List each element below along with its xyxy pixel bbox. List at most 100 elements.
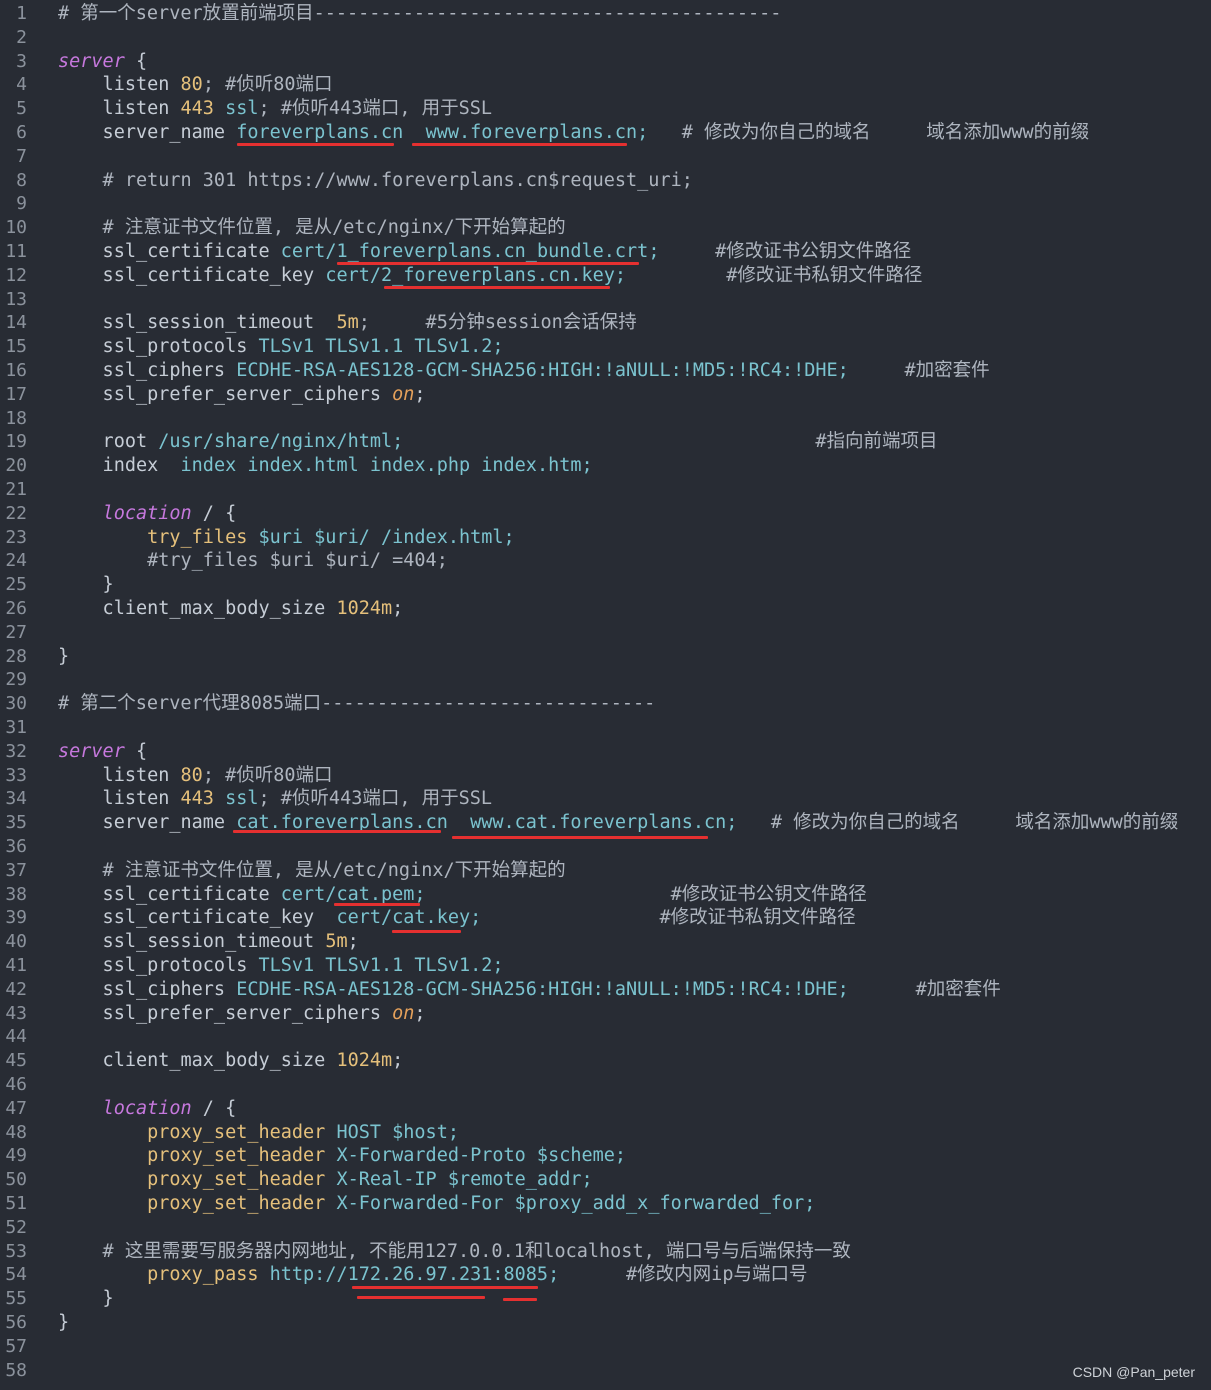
code-text: } (58, 573, 114, 597)
code-line[interactable]: 33 listen 80; #侦听80端口 (0, 764, 1211, 788)
code-line[interactable]: 10 # 注意证书文件位置, 是从/etc/nginx/下开始算起的 (0, 216, 1211, 240)
code-line[interactable]: 34 listen 443 ssl; #侦听443端口, 用于SSL (0, 787, 1211, 811)
code-line[interactable]: 31 (0, 716, 1211, 740)
code-token: root (58, 431, 159, 453)
line-number: 1 (16, 3, 27, 24)
code-line[interactable]: 38 ssl_certificate cert/cat.pem; #修改证书公钥… (0, 883, 1211, 907)
code-line[interactable]: 48 proxy_set_header HOST $host; (0, 1121, 1211, 1145)
code-line[interactable]: 6 server_name foreverplans.cn www.foreve… (0, 121, 1211, 145)
code-line[interactable]: 14 ssl_session_timeout 5m; #5分钟session会话… (0, 311, 1211, 335)
line-number: 55 (5, 1288, 27, 1310)
code-line[interactable]: 28} (0, 645, 1211, 669)
code-line[interactable]: 56} (0, 1311, 1211, 1335)
code-token: # 修改为你自己的域名 域名添加www的前缀 (648, 122, 1090, 143)
code-token: $uri $uri/ /index.html; (258, 526, 515, 548)
code-line[interactable]: 3 server { (0, 50, 1211, 74)
code-line[interactable]: 35 server_name cat.foreverplans.cn www.c… (0, 811, 1211, 835)
code-line[interactable]: 19 root /usr/share/nginx/html; #指向前端项目 (0, 430, 1211, 454)
code-token: ssl_certificate (58, 883, 281, 905)
code-line[interactable]: 13 (0, 288, 1211, 312)
code-line[interactable]: 37 # 注意证书文件位置, 是从/etc/nginx/下开始算起的 (0, 859, 1211, 883)
code-line[interactable]: 24 #try_files $uri $uri/ =404; (0, 549, 1211, 573)
line-number: 28 (5, 645, 27, 667)
code-line[interactable]: 43 ssl_prefer_server_ciphers on; (0, 1002, 1211, 1026)
code-editor[interactable]: 1 # 第一个server放置前端项目----------------------… (0, 0, 1211, 1390)
code-line[interactable]: 54 proxy_pass http://172.26.97.231:8085;… (0, 1263, 1211, 1287)
code-line[interactable]: 21 (0, 478, 1211, 502)
code-text: listen 80; #侦听80端口 (58, 73, 333, 97)
code-text: # 这里需要写服务器内网地址, 不能用127.0.0.1和localhost, … (58, 1240, 851, 1264)
line-number: 58 (5, 1359, 27, 1381)
code-line[interactable]: 52 (0, 1216, 1211, 1240)
code-line[interactable]: 12 ssl_certificate_key cert/2_foreverpla… (0, 264, 1211, 288)
line-number: 41 (5, 955, 27, 976)
code-line[interactable]: 51 proxy_set_header X-Forwarded-For $pro… (0, 1192, 1211, 1216)
line-number: 5 (16, 98, 27, 120)
line-number: 39 (5, 907, 27, 929)
code-line[interactable]: 2 (0, 26, 1211, 50)
code-token: HOST $host; (336, 1121, 459, 1143)
code-line[interactable]: 4 listen 80; #侦听80端口 (0, 73, 1211, 97)
code-line[interactable]: 40 ssl_session_timeout 5m; (0, 930, 1211, 954)
code-line[interactable]: 17 ssl_prefer_server_ciphers on; (0, 383, 1211, 407)
code-line[interactable]: 47 location / { (0, 1097, 1211, 1121)
code-line[interactable]: 5 listen 443 ssl; #侦听443端口, 用于SSL (0, 97, 1211, 121)
code-line[interactable]: 42 ssl_ciphers ECDHE-RSA-AES128-GCM-SHA2… (0, 978, 1211, 1002)
code-line[interactable]: 26 client_max_body_size 1024m; (0, 597, 1211, 621)
code-line[interactable]: 18 (0, 407, 1211, 431)
line-number: 13 (5, 288, 27, 310)
line-number: 51 (5, 1193, 27, 1214)
code-line[interactable]: 7 (0, 145, 1211, 169)
code-token: # 注意证书文件位置, 是从/etc/nginx/下开始算起的 (58, 859, 566, 881)
code-line[interactable]: 23 try_files $uri $uri/ /index.html; (0, 526, 1211, 550)
code-token: } (58, 574, 114, 596)
code-line[interactable]: 57 (0, 1335, 1211, 1359)
line-number: 29 (5, 669, 27, 691)
line-number: 40 (5, 931, 27, 953)
code-token: ; #侦听443端口, 用于SSL (258, 788, 493, 810)
code-token: server_name (58, 812, 237, 834)
code-line[interactable]: 46 (0, 1073, 1211, 1097)
code-line[interactable]: 20 index index index.html index.php inde… (0, 454, 1211, 478)
code-line[interactable]: 53 # 这里需要写服务器内网地址, 不能用127.0.0.1和localhos… (0, 1240, 1211, 1264)
code-text: ssl_certificate cert/cat.pem; #修改证书公钥文件路… (58, 883, 867, 907)
code-line[interactable]: 41 ssl_protocols TLSv1 TLSv1.1 TLSv1.2; (0, 954, 1211, 978)
code-line[interactable]: 27 (0, 621, 1211, 645)
code-line[interactable]: 29 (0, 668, 1211, 692)
code-line[interactable]: 11 ssl_certificate cert/1_foreverplans.c… (0, 240, 1211, 264)
code-token: 1024m (336, 598, 393, 619)
code-line[interactable]: 1 # 第一个server放置前端项目----------------------… (0, 2, 1211, 26)
code-line[interactable]: 50 proxy_set_header X-Real-IP $remote_ad… (0, 1168, 1211, 1192)
code-line[interactable]: 44 (0, 1025, 1211, 1049)
code-token: # 这里需要写服务器内网地址, 不能用127.0.0.1和localhost, … (58, 1240, 851, 1262)
code-token: ssl (213, 98, 259, 120)
line-number: 9 (16, 193, 27, 215)
code-line[interactable]: 45 client_max_body_size 1024m; (0, 1049, 1211, 1073)
code-line[interactable]: 30 # 第二个server代理8085端口-------------------… (0, 692, 1211, 716)
code-line[interactable]: 55 } (0, 1287, 1211, 1311)
code-line[interactable]: 9 (0, 192, 1211, 216)
code-token: ; (392, 598, 404, 619)
code-token: http://172.26.97.231:8085; (269, 1264, 560, 1286)
code-line[interactable]: 8 # return 301 https://www.foreverplans.… (0, 169, 1211, 193)
line-number: 42 (5, 978, 27, 1000)
code-text: #try_files $uri $uri/ =404; (58, 549, 448, 573)
code-line[interactable]: 16 ssl_ciphers ECDHE-RSA-AES128-GCM-SHA2… (0, 359, 1211, 383)
line-number: 14 (5, 312, 27, 334)
line-number: 53 (5, 1240, 27, 1262)
line-number: 46 (5, 1074, 27, 1095)
code-line[interactable]: 25 } (0, 573, 1211, 597)
code-token: ssl_protocols (58, 955, 259, 976)
annotation-underline (412, 143, 627, 146)
code-line[interactable]: 32 server { (0, 740, 1211, 764)
annotation-underline (503, 1298, 537, 1301)
code-token: ssl (213, 788, 259, 810)
code-line[interactable]: 39 ssl_certificate_key cert/cat.key; #修改… (0, 906, 1211, 930)
code-token: ECDHE-RSA-AES128-GCM-SHA256:HIGH:!aNULL:… (236, 978, 849, 1000)
code-line[interactable]: 58 (0, 1359, 1211, 1383)
code-line[interactable]: 15 ssl_protocols TLSv1 TLSv1.1 TLSv1.2; (0, 335, 1211, 359)
code-token: 5m (336, 312, 359, 334)
code-token: 80 (180, 74, 203, 96)
code-line[interactable]: 49 proxy_set_header X-Forwarded-Proto $s… (0, 1144, 1211, 1168)
code-line[interactable]: 22 location / { (0, 502, 1211, 526)
